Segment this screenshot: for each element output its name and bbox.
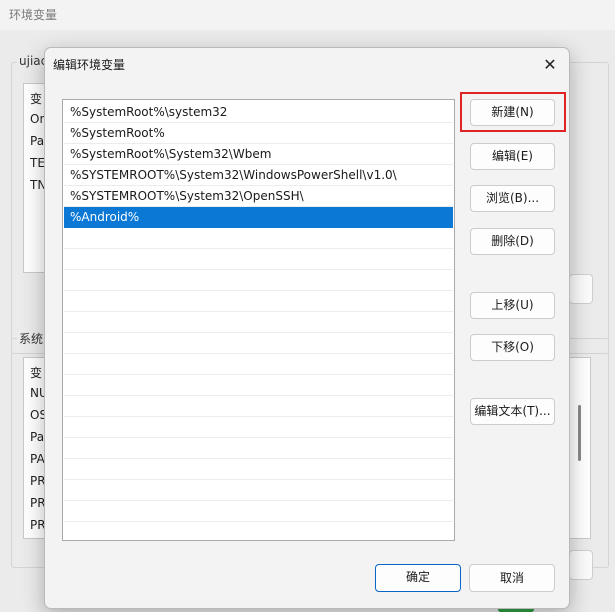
parent-window-title: 环境变量 <box>9 8 58 22</box>
list-item[interactable]: %SYSTEMROOT%\System32\WindowsPowerShell\… <box>64 165 453 186</box>
list-item[interactable]: Pa <box>30 430 44 444</box>
path-entry-text: %SystemRoot% <box>70 126 165 140</box>
list-item[interactable]: TE <box>30 156 45 170</box>
empty-list-row[interactable] <box>64 396 453 417</box>
empty-list-row[interactable] <box>64 228 453 249</box>
edit-text-button[interactable]: 编辑文本(T)... <box>470 398 555 425</box>
parent-title-bar: 环境变量 <box>0 0 615 30</box>
empty-list-row[interactable] <box>64 375 453 396</box>
cancel-button[interactable]: 取消 <box>469 564 555 592</box>
close-icon: ✕ <box>543 54 557 74</box>
empty-list-row[interactable] <box>64 291 453 312</box>
empty-list-row[interactable] <box>64 459 453 480</box>
dialog-title: 编辑环境变量 <box>53 58 126 72</box>
list-item-selected[interactable]: %Android% <box>64 207 453 228</box>
browse-button[interactable]: 浏览(B)... <box>470 185 555 212</box>
list-item[interactable]: %SYSTEMROOT%\System32\OpenSSH\ <box>64 186 453 207</box>
ok-button[interactable]: 确定 <box>375 564 461 592</box>
parent-system-button[interactable] <box>569 550 593 580</box>
path-entry-text: %Android% <box>70 210 140 224</box>
path-entry-text: %SystemRoot%\system32 <box>70 105 228 119</box>
empty-list-row[interactable] <box>64 249 453 270</box>
move-up-button[interactable]: 上移(U) <box>470 292 555 319</box>
list-item[interactable]: 变 <box>30 364 42 381</box>
system-list-scrollbar[interactable] <box>578 405 581 461</box>
path-entry-text: %SYSTEMROOT%\System32\OpenSSH\ <box>70 189 304 203</box>
path-entries-list[interactable]: %SystemRoot%\system32 %SystemRoot% %Syst… <box>62 99 455 541</box>
empty-list-row[interactable] <box>64 480 453 501</box>
list-item[interactable]: Pa <box>30 134 44 148</box>
empty-list-row[interactable] <box>64 438 453 459</box>
empty-list-row[interactable] <box>64 312 453 333</box>
list-item[interactable]: PA <box>30 452 45 466</box>
empty-list-row[interactable] <box>64 270 453 291</box>
close-button[interactable]: ✕ <box>535 52 565 76</box>
edit-button[interactable]: 编辑(E) <box>470 143 555 170</box>
list-item[interactable]: %SystemRoot%\System32\Wbem <box>64 144 453 165</box>
empty-list-row[interactable] <box>64 417 453 438</box>
list-item[interactable]: 变 <box>30 90 42 107</box>
empty-list-row[interactable] <box>64 354 453 375</box>
list-item[interactable]: %SystemRoot% <box>64 123 453 144</box>
delete-button[interactable]: 删除(D) <box>470 228 555 255</box>
move-down-button[interactable]: 下移(O) <box>470 334 555 361</box>
new-button[interactable]: 新建(N) <box>470 99 555 126</box>
empty-list-row[interactable] <box>64 501 453 522</box>
system-variables-group-label: 系统 <box>17 330 46 347</box>
list-item[interactable]: %SystemRoot%\system32 <box>64 102 453 123</box>
empty-list-row[interactable] <box>64 333 453 354</box>
path-entry-text: %SystemRoot%\System32\Wbem <box>70 147 272 161</box>
parent-user-button[interactable] <box>569 274 593 304</box>
path-entry-text: %SYSTEMROOT%\System32\WindowsPowerShell\… <box>70 168 397 182</box>
edit-env-var-dialog: 编辑环境变量 ✕ %SystemRoot%\system32 %SystemRo… <box>44 47 570 609</box>
